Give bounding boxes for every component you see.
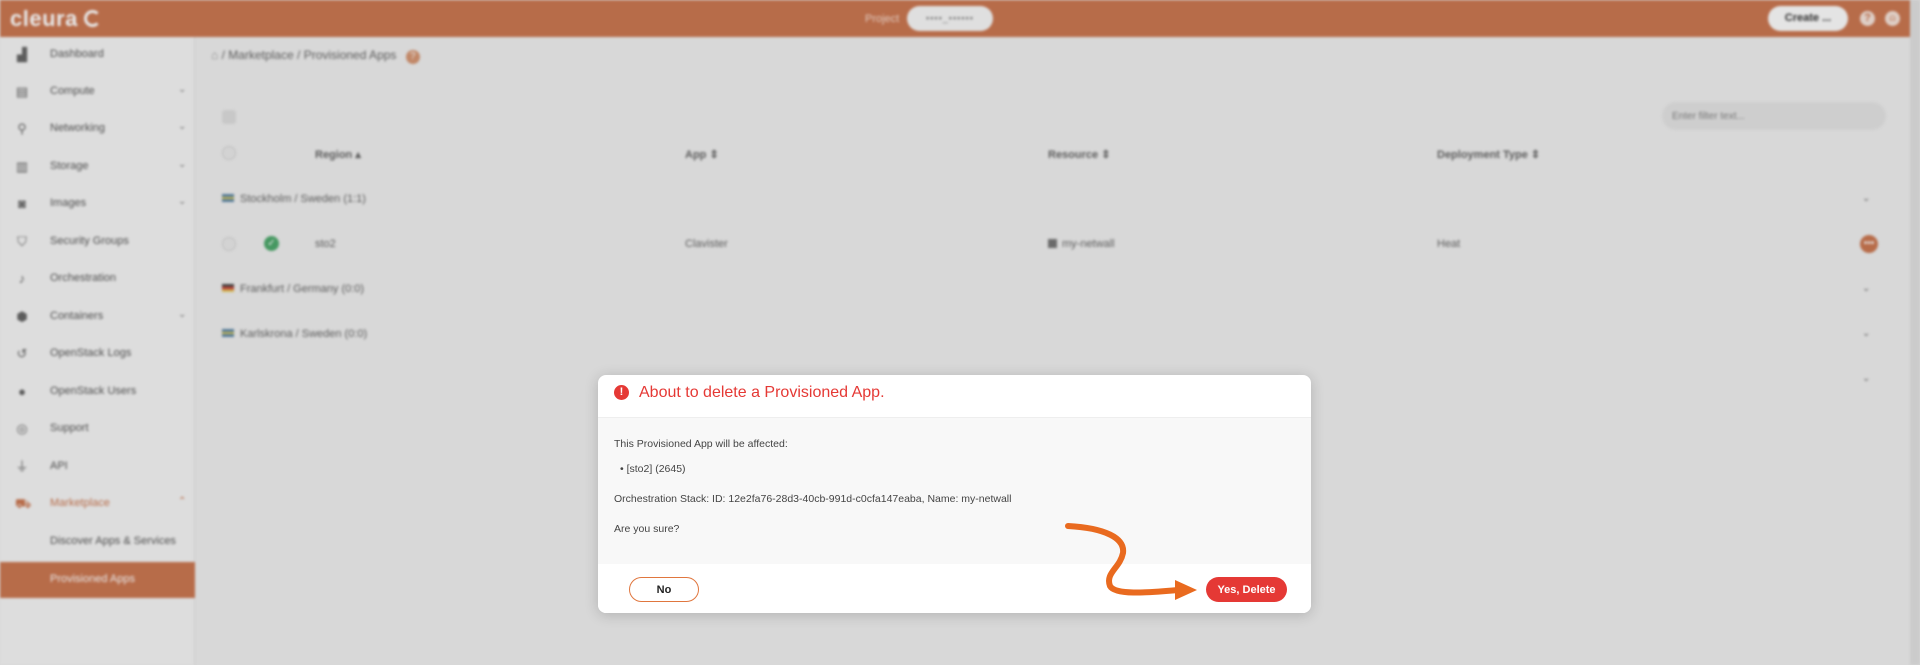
alert-icon: !: [614, 385, 629, 400]
dialog-title: About to delete a Provisioned App.: [639, 384, 885, 401]
annotation-arrow-icon: [1065, 523, 1197, 600]
confirm-question: Are you sure?: [614, 523, 680, 535]
affected-item: • [sto2] (2645): [620, 463, 686, 475]
yes-delete-button[interactable]: Yes, Delete: [1206, 577, 1287, 602]
no-button[interactable]: No: [629, 577, 699, 602]
affected-text: This Provisioned App will be affected:: [614, 438, 788, 450]
dialog-header: ! About to delete a Provisioned App.: [598, 375, 1311, 418]
affected-item-label: [sto2] (2645): [626, 463, 686, 475]
stack-info-text: Orchestration Stack: ID: 12e2fa76-28d3-4…: [614, 493, 1012, 505]
